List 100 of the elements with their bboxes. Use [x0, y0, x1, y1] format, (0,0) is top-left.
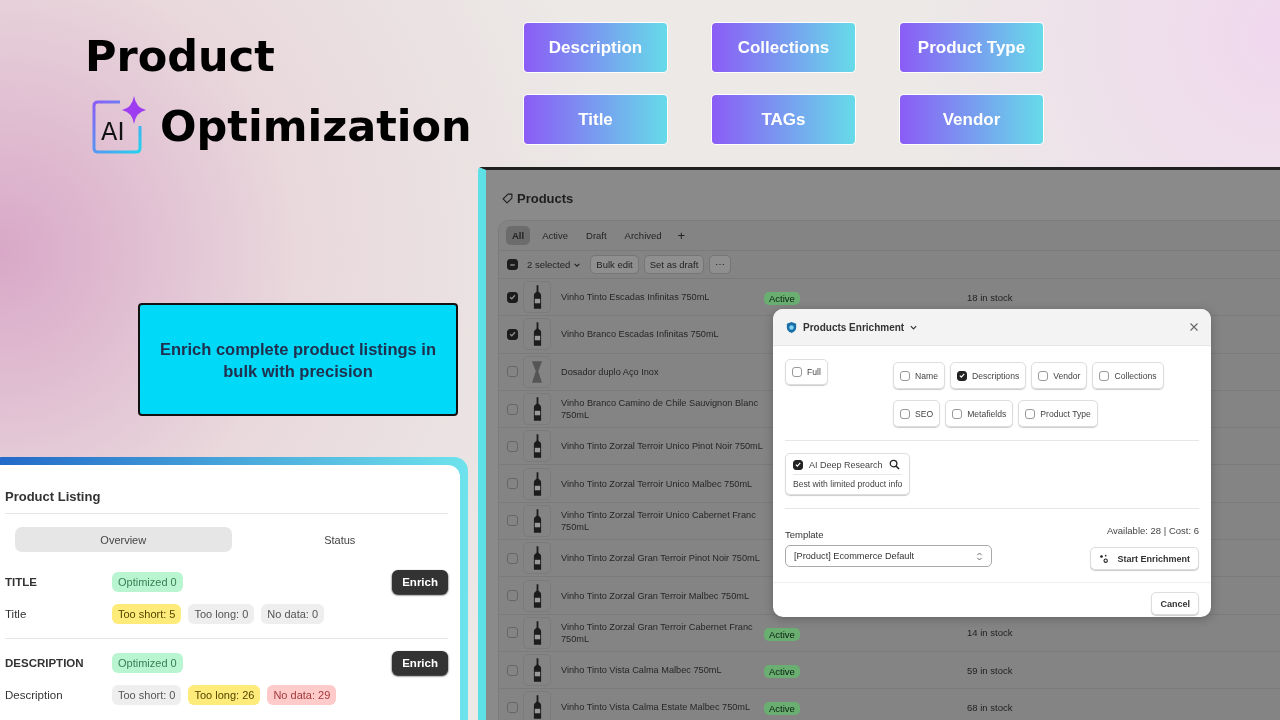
ai-logo: AI	[90, 96, 150, 156]
option-chip[interactable]: Vendor	[1031, 362, 1088, 389]
row-checkbox[interactable]	[507, 366, 518, 378]
tab[interactable]: Overview	[15, 527, 232, 552]
product-name[interactable]: Vinho Tinto Zorzal Gran Terroir Malbec 750mL	[561, 589, 764, 602]
product-name[interactable]: Vinho Tinto Vista Calma Malbec 750mL	[561, 664, 764, 677]
section-heading: DESCRIPTION	[5, 657, 85, 669]
status-badge: Too short: 0	[112, 685, 182, 705]
bottle-icon	[532, 471, 542, 496]
feature-tag: Collections	[712, 23, 855, 72]
start-enrichment-button[interactable]: Start Enrichment	[1090, 547, 1199, 570]
status-badge: Active	[764, 702, 800, 716]
row-checkbox[interactable]	[507, 440, 518, 452]
row-checkbox[interactable]	[507, 478, 518, 490]
product-name[interactable]: Vinho Branco Escadas Infinitas 750mL	[561, 328, 764, 341]
field-label: Description	[5, 689, 64, 701]
option-card[interactable]: AI Deep Research Best with limited product info	[785, 453, 911, 495]
product-name[interactable]: Vinho Tinto Zorzal Terroir Unico Cabernet Franc 750mL	[561, 508, 764, 533]
status-badge: Optimized 0	[112, 572, 183, 592]
option-chip[interactable]: Product Type	[1018, 400, 1098, 427]
feature-tag: TAGs	[712, 95, 855, 144]
option-hint: Best with limited product info	[793, 479, 903, 489]
tab[interactable]: Draft	[580, 226, 613, 245]
bottle-icon	[532, 620, 542, 645]
bottle-icon	[532, 397, 542, 422]
product-name[interactable]: Vinho Branco Camino de Chile Sauvignon Blanc 750mL	[561, 397, 764, 422]
field-label: Title	[5, 608, 28, 620]
feature-tag: Title	[524, 95, 667, 144]
availability-text: Available: 28 | Cost: 6	[1106, 525, 1199, 536]
select-all-checkbox[interactable]	[507, 259, 518, 270]
checkbox[interactable]	[793, 459, 803, 470]
stock-count: 68 in stock	[967, 701, 1013, 713]
tab[interactable]: All	[506, 226, 531, 245]
shield-logo-icon	[785, 320, 798, 334]
option-label: AI Deep Research	[809, 459, 883, 470]
chevron-updown-icon	[976, 550, 983, 562]
row-checkbox[interactable]	[507, 291, 518, 303]
tag-icon	[502, 192, 513, 204]
selection-dropdown[interactable]: 2 selected	[527, 259, 582, 270]
product-name[interactable]: Vinho Tinto Escadas Infinitas 750mL	[561, 291, 764, 304]
bulk-action-button[interactable]: Bulk edit	[590, 255, 639, 274]
feature-tag: Product Type	[900, 23, 1043, 72]
product-name[interactable]: Vinho Tinto Zorzal Terroir Unico Malbec 750mL	[561, 477, 764, 490]
status-badge: Too long: 26	[188, 685, 261, 705]
row-checkbox[interactable]	[507, 627, 518, 639]
status-badge: No data: 29	[267, 685, 337, 705]
row-checkbox[interactable]	[507, 590, 518, 601]
headline: Product	[85, 31, 275, 81]
status-badge: Optimized 0	[112, 653, 183, 673]
bottle-icon	[532, 546, 542, 571]
jigger-icon	[532, 359, 542, 384]
product-name[interactable]: Vinho Tinto Vista Calma Estate Malbec 750mL	[561, 701, 764, 714]
bottle-icon	[532, 508, 542, 533]
enrich-button[interactable]: Enrich	[392, 651, 448, 675]
cancel-button[interactable]: Cancel	[1151, 592, 1199, 615]
row-checkbox[interactable]	[507, 701, 518, 713]
callout-box: Enrich complete product listings in bulk with precision	[138, 303, 458, 416]
tab[interactable]: Archived	[618, 226, 668, 245]
dialog-title[interactable]: Products Enrichment	[803, 321, 905, 333]
feature-tag: Description	[524, 23, 667, 72]
bottle-icon	[532, 658, 542, 683]
add-tab-button[interactable]: +	[673, 228, 690, 243]
card-title: Product Listing	[5, 479, 448, 514]
option-chip[interactable]: Descriptions	[949, 362, 1027, 389]
option-chip[interactable]: SEO	[893, 400, 941, 427]
template-select[interactable]: [Product] Ecommerce Default	[785, 545, 992, 567]
close-icon[interactable]	[1189, 322, 1199, 332]
row-checkbox[interactable]	[507, 328, 518, 340]
option-chip[interactable]: Collections	[1092, 362, 1164, 389]
feature-tag: Vendor	[900, 95, 1043, 144]
row-checkbox[interactable]	[507, 664, 518, 676]
option-chip[interactable]: Full	[785, 359, 828, 385]
checkmark-icon	[957, 371, 966, 380]
section-heading: TITLE	[5, 576, 38, 588]
status-badge: Too long: 0	[188, 604, 255, 624]
enrich-button[interactable]: Enrich	[392, 570, 448, 594]
stock-count: 59 in stock	[967, 664, 1013, 676]
option-chip[interactable]: Name	[893, 362, 945, 389]
status-badge: Active	[764, 665, 800, 679]
product-name[interactable]: Dosador duplo Aço Inox	[561, 365, 764, 378]
row-checkbox[interactable]	[507, 403, 518, 415]
status-badge: No data: 0	[261, 604, 325, 624]
tab[interactable]: Status	[231, 527, 448, 552]
more-button[interactable]: ⋯	[709, 255, 732, 274]
status-badge: Too short: 5	[112, 604, 182, 624]
bottle-icon	[532, 285, 542, 310]
option-chip[interactable]: Metafields	[945, 400, 1014, 427]
bottle-icon	[532, 434, 542, 459]
tab[interactable]: Active	[536, 226, 574, 245]
status-badge: Active	[764, 292, 800, 306]
headline: Optimization	[160, 100, 472, 152]
bottle-icon	[532, 322, 542, 347]
product-name[interactable]: Vinho Tinto Zorzal Terroir Unico Pinot Noir 750mL	[561, 440, 764, 453]
bottle-icon	[532, 695, 542, 720]
row-checkbox[interactable]	[507, 515, 518, 527]
page-title: Products	[517, 190, 574, 206]
product-name[interactable]: Vinho Tinto Zorzal Gran Terroir Cabernet Franc 750mL	[561, 620, 764, 645]
product-name[interactable]: Vinho Tinto Zorzal Gran Terroir Pinot Noir 750mL	[561, 552, 764, 565]
row-checkbox[interactable]	[507, 552, 518, 564]
bulk-action-button[interactable]: Set as draft	[643, 255, 705, 274]
